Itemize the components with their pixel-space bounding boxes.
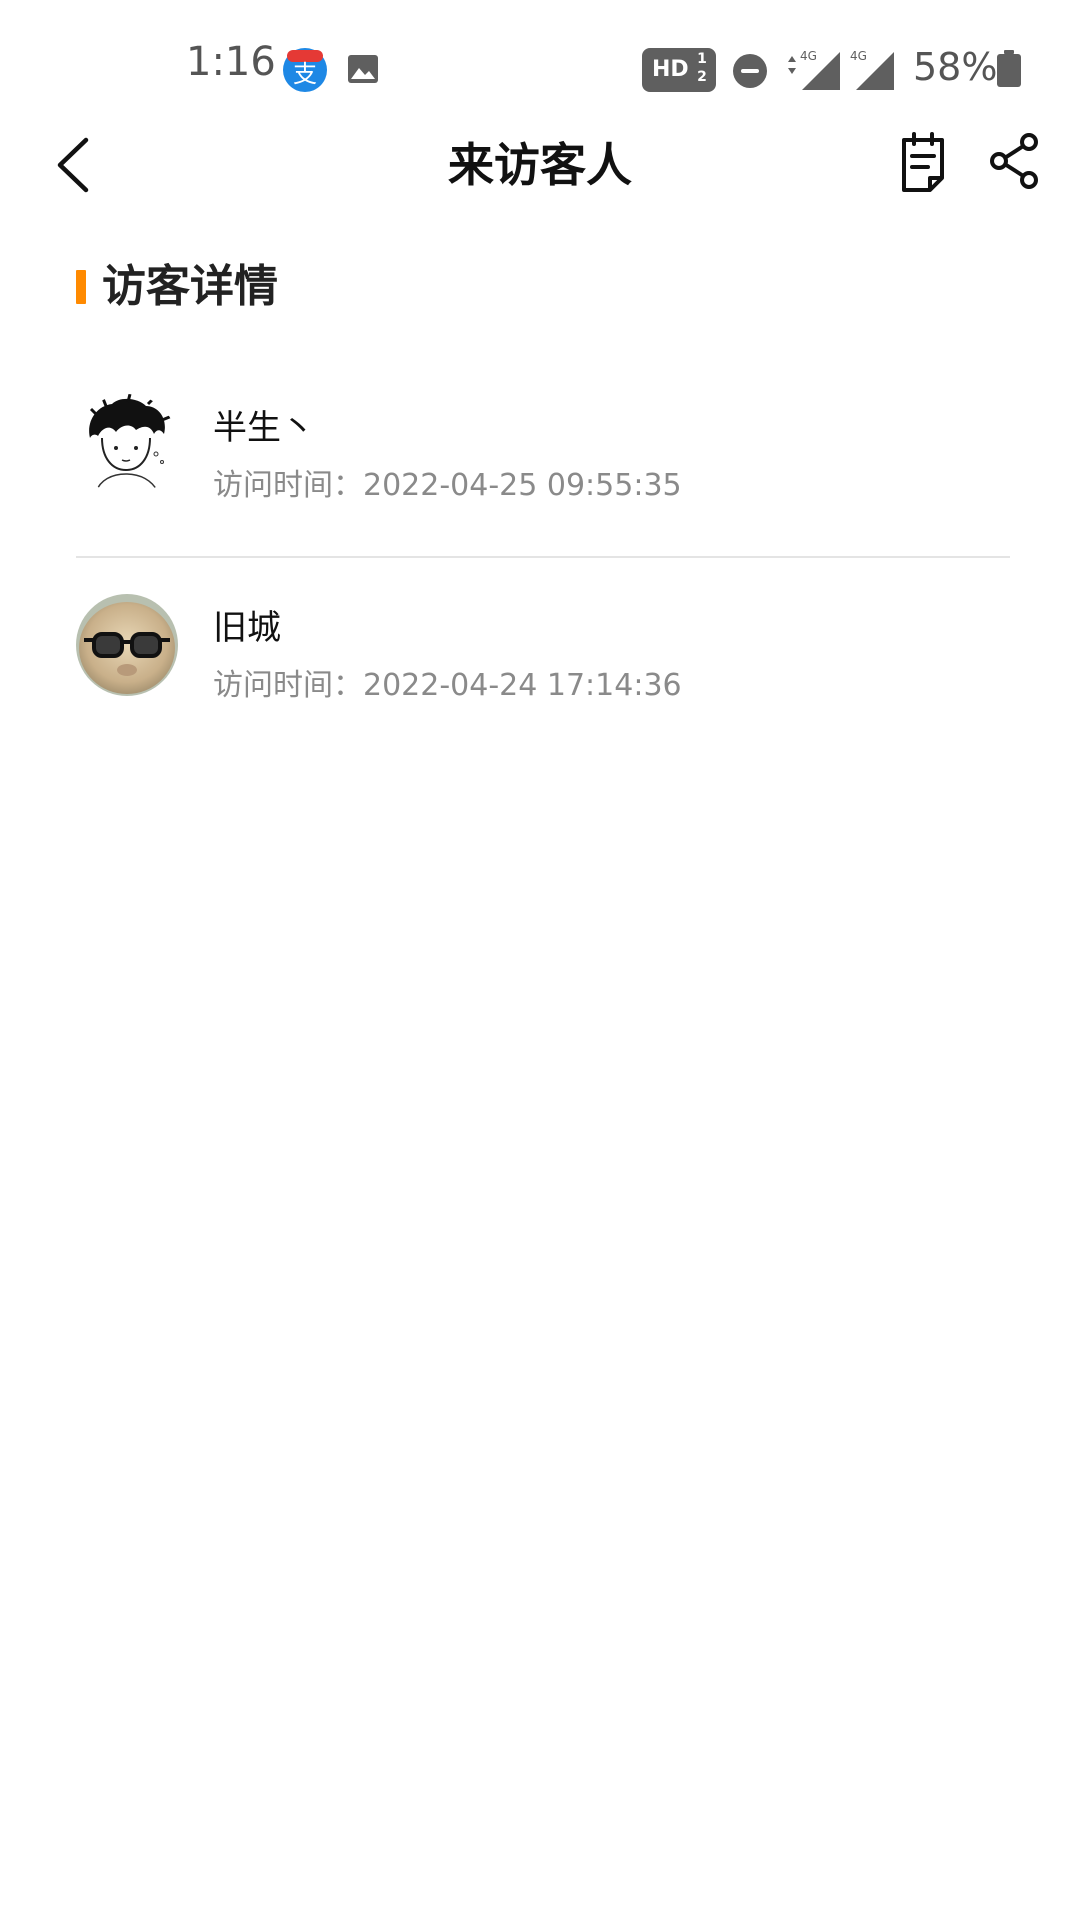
share-icon [990,133,1038,189]
network-label-2: 4G [850,49,867,63]
share-button[interactable] [988,132,1040,190]
hd-fraction-bottom: 2 [697,69,707,85]
visitor-name: 旧城 [213,608,281,648]
list-item[interactable]: 旧城 访问时间：2022-04-24 17:14:36 [76,580,1010,780]
battery-percent: 58% [913,45,998,89]
notes-icon [902,132,944,192]
visitor-page: 1:16 HD 1 2 4G 4G 58% [0,0,1080,1920]
section-title: 访客详情 [102,261,278,312]
dnd-icon [733,54,767,88]
signal-icon: 4G [788,49,840,90]
signal-icon-2: 4G [850,49,894,90]
battery-icon [997,50,1021,87]
status-bar: 1:16 HD 1 2 4G 4G 58% [0,0,1080,110]
hd-fraction-top: 1 [697,51,707,67]
sketch-boy-avatar [76,394,178,496]
status-time: 1:16 [186,39,276,85]
gallery-icon [348,55,378,83]
top-bar: 来访客人 [0,110,1080,220]
list-item[interactable]: 半生丶 访问时间：2022-04-25 09:55:35 [76,380,1010,580]
visit-time: 访问时间：2022-04-24 17:14:36 [213,668,682,703]
glasses-avatar [76,594,178,696]
visit-time: 访问时间：2022-04-25 09:55:35 [213,468,682,503]
visitor-list: 半生丶 访问时间：2022-04-25 09:55:35 旧城 访问时间：202… [76,380,1010,780]
hd-voice-icon: HD 1 2 [642,48,716,92]
hd-label: HD [652,57,689,82]
alipay-icon [283,48,327,92]
notes-button[interactable] [898,130,948,194]
network-label-1: 4G [800,49,817,63]
visitor-name: 半生丶 [213,408,315,448]
divider [76,556,1010,558]
section-accent-bar [76,270,86,304]
